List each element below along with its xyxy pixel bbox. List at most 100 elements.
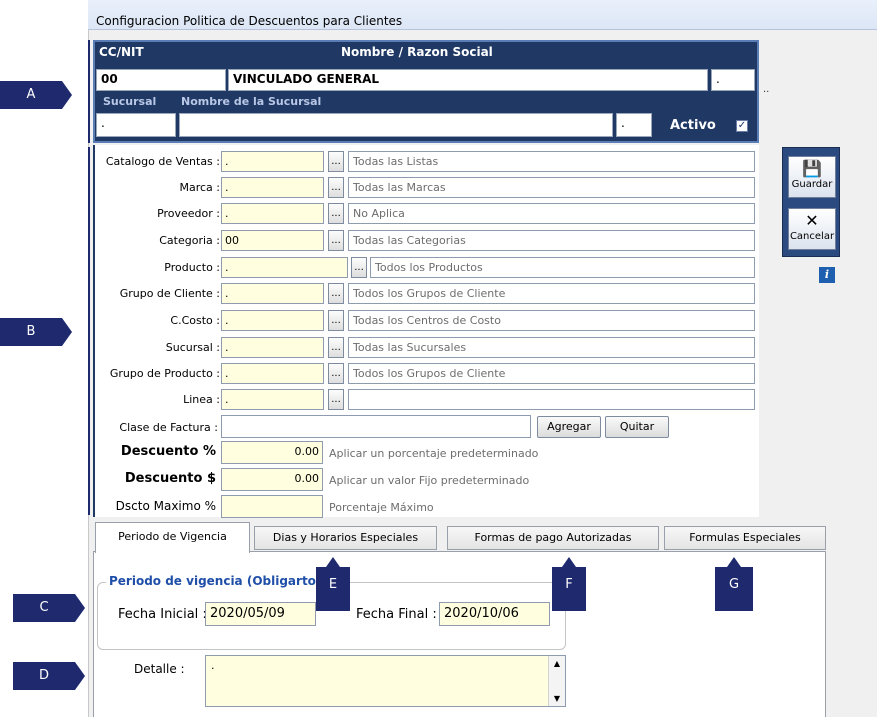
tab-formulas-especiales[interactable]: Formulas Especiales: [664, 526, 826, 550]
descuento-val-field[interactable]: 0.00: [221, 468, 323, 491]
marker-e-arrow: [326, 557, 340, 567]
sucursal-lookup-button[interactable]: ...: [328, 337, 344, 358]
scroll-down-icon[interactable]: ▼: [549, 694, 565, 703]
tab-formas-pago[interactable]: Formas de pago Autorizadas: [447, 526, 659, 550]
categoria-field[interactable]: 00: [221, 230, 324, 251]
tab-periodo-vigencia[interactable]: Periodo de Vigencia: [95, 522, 250, 553]
grupo-producto-label: Grupo de Producto :: [109, 367, 220, 380]
guardar-button[interactable]: 💾 Guardar: [788, 156, 836, 198]
proveedor-desc: No Aplica: [348, 203, 755, 224]
ccnit-label: CC/NIT: [99, 45, 144, 59]
filters-form: [93, 145, 759, 517]
descuento-val-hint: Aplicar un valor Fijo predeterminado: [329, 474, 530, 487]
dscto-max-hint: Porcentaje Máximo: [329, 501, 434, 514]
descuento-pct-field[interactable]: 0.00: [221, 441, 323, 464]
sucursal-desc: Todas las Sucursales: [348, 337, 755, 358]
detalle-scrollbar[interactable]: ▲ ▼: [548, 656, 565, 706]
marker-f-arrow: [562, 557, 576, 567]
ccosto-label: C.Costo :: [170, 314, 220, 327]
marker-c: C: [13, 594, 75, 622]
grupo-cliente-label: Grupo de Cliente :: [119, 287, 220, 300]
marker-d: D: [13, 662, 75, 690]
sucursal-extra-field[interactable]: .: [616, 113, 652, 137]
cancelar-button[interactable]: ✕ Cancelar: [788, 208, 836, 250]
detalle-label: Detalle :: [134, 662, 185, 676]
nombre-sucursal-label: Nombre de la Sucursal: [181, 95, 322, 108]
activo-label: Activo: [670, 118, 716, 133]
ccosto-lookup-button[interactable]: ...: [328, 310, 344, 331]
marker-c-arrow: [75, 594, 85, 622]
save-icon: 💾: [802, 159, 822, 178]
activo-checkbox[interactable]: ✓: [736, 120, 748, 132]
marca-desc: Todas las Marcas: [348, 177, 755, 198]
guardar-label: Guardar: [791, 179, 833, 190]
marker-e: E: [316, 567, 350, 611]
tab-dias-horarios[interactable]: Dias y Horarios Especiales: [254, 526, 437, 550]
cancelar-label: Cancelar: [789, 231, 835, 242]
producto-lookup-button[interactable]: ...: [351, 257, 367, 278]
catalogo-label: Catalogo de Ventas :: [105, 155, 220, 168]
marker-g: G: [715, 567, 753, 611]
marker-f: F: [552, 567, 586, 611]
linea-field[interactable]: .: [221, 389, 324, 410]
grupo-producto-desc: Todos los Grupos de Cliente: [348, 363, 755, 384]
linea-lookup-button[interactable]: ...: [328, 389, 344, 410]
nombre-field[interactable]: VINCULADO GENERAL: [228, 69, 708, 91]
nombre-sucursal-field[interactable]: [179, 113, 613, 137]
quitar-button[interactable]: Quitar: [605, 416, 669, 438]
detalle-value: .: [211, 659, 215, 672]
marca-field[interactable]: .: [221, 177, 324, 198]
sucursal-form-field[interactable]: .: [221, 337, 324, 358]
grupo-cliente-desc: Todos los Grupos de Cliente: [348, 283, 755, 304]
descuento-val-label: Descuento $: [124, 471, 216, 486]
grupo-cliente-field[interactable]: .: [221, 283, 324, 304]
marker-a: A: [0, 81, 62, 109]
bracket-a: [88, 40, 90, 143]
marker-g-arrow: [727, 557, 741, 567]
grupo-producto-lookup-button[interactable]: ...: [328, 363, 344, 384]
catalogo-field[interactable]: .: [221, 151, 324, 172]
descuento-pct-hint: Aplicar un porcentaje predeterminado: [329, 447, 539, 460]
grupo-producto-field[interactable]: .: [221, 363, 324, 384]
clase-factura-field[interactable]: [221, 415, 531, 438]
producto-desc: Todos los Productos: [370, 257, 755, 278]
categoria-lookup-button[interactable]: ...: [328, 230, 344, 251]
detalle-textarea[interactable]: . ▲ ▼: [205, 655, 566, 707]
sucursal-label: Sucursal: [103, 95, 157, 108]
proveedor-label: Proveedor :: [157, 207, 220, 220]
fecha-final-label: Fecha Final :: [356, 607, 437, 622]
descuento-pct-label: Descuento %: [120, 444, 216, 459]
nombre-extra-field[interactable]: .: [711, 69, 755, 91]
cancel-icon: ✕: [805, 211, 819, 230]
bracket-b: [88, 147, 90, 515]
marker-b: B: [0, 318, 62, 346]
ccosto-desc: Todas los Centros de Costo: [348, 310, 755, 331]
ccosto-field[interactable]: .: [221, 310, 324, 331]
fecha-inicial-label: Fecha Inicial :: [118, 607, 207, 622]
action-panel: 💾 Guardar ✕ Cancelar: [782, 147, 840, 257]
categoria-label: Categoria :: [159, 234, 220, 247]
dscto-max-field[interactable]: [221, 495, 323, 518]
grupo-cliente-lookup-button[interactable]: ...: [328, 283, 344, 304]
info-icon[interactable]: i: [819, 267, 835, 283]
sucursal-field[interactable]: .: [96, 113, 176, 137]
catalogo-lookup-button[interactable]: ...: [328, 151, 344, 172]
window-title: Configuracion Politica de Descuentos par…: [96, 14, 403, 28]
producto-field[interactable]: .: [221, 257, 348, 278]
ccnit-field[interactable]: 00: [96, 69, 226, 91]
vigencia-group-title: Periodo de vigencia (Obligartori: [106, 574, 329, 588]
fecha-inicial-field[interactable]: 2020/05/09: [205, 602, 316, 626]
marca-lookup-button[interactable]: ...: [328, 177, 344, 198]
scroll-up-icon[interactable]: ▲: [549, 659, 565, 668]
fecha-final-field[interactable]: 2020/10/06: [439, 602, 550, 626]
proveedor-lookup-button[interactable]: ...: [328, 203, 344, 224]
proveedor-field[interactable]: .: [221, 203, 324, 224]
linea-label: Linea :: [183, 393, 220, 406]
categoria-desc: Todas las Categorias: [348, 230, 755, 251]
marca-label: Marca :: [179, 181, 220, 194]
tab-strip: Periodo de Vigencia Dias y Horarios Espe…: [93, 522, 826, 553]
catalogo-desc: Todas las Listas: [348, 151, 755, 172]
linea-desc: [348, 389, 755, 410]
agregar-button[interactable]: Agregar: [537, 416, 601, 438]
client-header-panel: CC/NIT Nombre / Razon Social 00 VINCULAD…: [93, 40, 759, 143]
